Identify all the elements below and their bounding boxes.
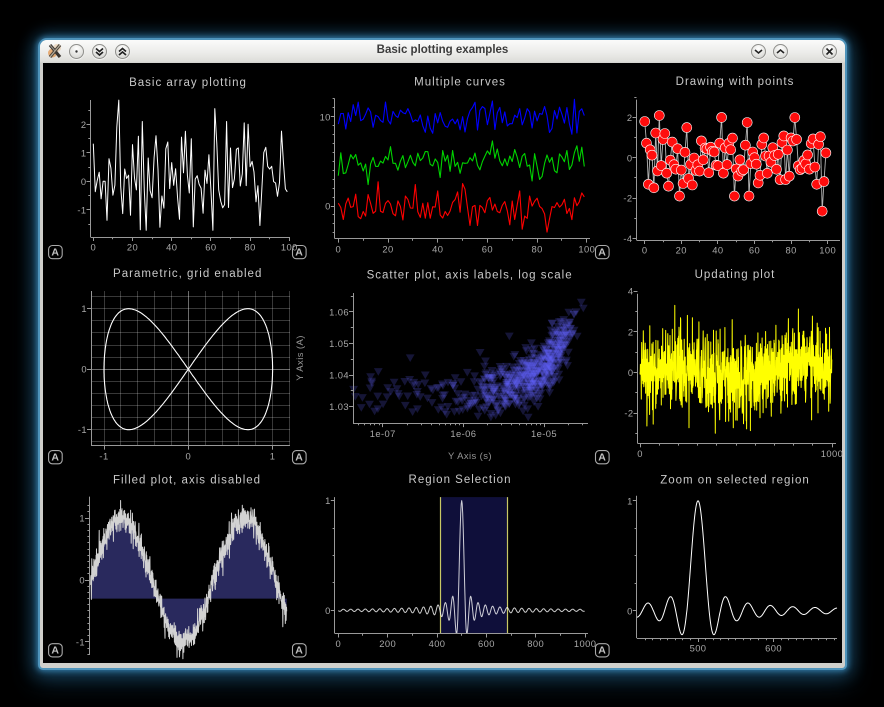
svg-text:1000: 1000 xyxy=(821,448,843,459)
svg-text:0: 0 xyxy=(325,201,331,212)
svg-text:600: 600 xyxy=(478,638,495,649)
svg-text:A: A xyxy=(295,247,303,259)
svg-text:1e-06: 1e-06 xyxy=(450,428,476,439)
svg-text:100: 100 xyxy=(819,245,836,256)
svg-text:80: 80 xyxy=(244,242,255,253)
svg-text:20: 20 xyxy=(382,243,393,254)
svg-text:Basic array plotting: Basic array plotting xyxy=(129,77,247,89)
svg-text:1e-05: 1e-05 xyxy=(531,428,557,439)
svg-text:0: 0 xyxy=(637,448,643,459)
svg-text:20: 20 xyxy=(127,242,138,253)
svg-text:-1: -1 xyxy=(99,450,108,461)
svg-text:600: 600 xyxy=(765,643,782,654)
svg-text:60: 60 xyxy=(749,245,760,256)
svg-text:Filled plot, axis disabled: Filled plot, axis disabled xyxy=(113,475,261,487)
svg-text:2: 2 xyxy=(81,119,87,130)
svg-text:60: 60 xyxy=(205,242,216,253)
svg-text:1: 1 xyxy=(270,450,276,461)
svg-text:Parametric, grid enabled: Parametric, grid enabled xyxy=(113,268,262,280)
svg-text:1.03: 1.03 xyxy=(329,401,349,412)
svg-text:0: 0 xyxy=(628,367,634,378)
svg-text:0: 0 xyxy=(335,243,341,254)
svg-text:-2: -2 xyxy=(624,408,633,419)
svg-text:1: 1 xyxy=(81,303,87,314)
svg-text:0: 0 xyxy=(90,242,96,253)
svg-text:100: 100 xyxy=(578,243,595,254)
svg-text:1: 1 xyxy=(81,147,87,158)
svg-text:1: 1 xyxy=(325,495,331,506)
svg-text:1.06: 1.06 xyxy=(329,306,349,317)
svg-text:1e-07: 1e-07 xyxy=(370,428,396,439)
svg-text:1.05: 1.05 xyxy=(329,338,349,349)
svg-text:2: 2 xyxy=(628,326,634,337)
svg-text:200: 200 xyxy=(379,638,396,649)
svg-text:0: 0 xyxy=(325,605,331,616)
svg-text:0: 0 xyxy=(627,152,633,163)
svg-text:1000: 1000 xyxy=(574,638,596,649)
svg-text:Y Axis (A): Y Axis (A) xyxy=(295,335,306,381)
svg-text:40: 40 xyxy=(432,243,443,254)
svg-text:40: 40 xyxy=(712,245,723,256)
svg-text:A: A xyxy=(51,452,59,464)
svg-text:2: 2 xyxy=(627,112,633,123)
svg-text:20: 20 xyxy=(676,245,687,256)
svg-text:-2: -2 xyxy=(623,193,632,204)
svg-text:A: A xyxy=(598,247,606,259)
svg-text:4: 4 xyxy=(628,286,634,297)
svg-text:Updating plot: Updating plot xyxy=(695,269,776,281)
svg-text:A: A xyxy=(295,645,303,657)
svg-text:-1: -1 xyxy=(76,636,85,647)
svg-text:1: 1 xyxy=(79,513,85,524)
svg-text:400: 400 xyxy=(429,638,446,649)
svg-text:A: A xyxy=(598,452,606,464)
svg-text:A: A xyxy=(295,452,303,464)
svg-text:A: A xyxy=(598,645,606,657)
svg-text:500: 500 xyxy=(690,643,707,654)
svg-text:1.04: 1.04 xyxy=(329,370,349,381)
svg-text:60: 60 xyxy=(482,243,493,254)
svg-text:80: 80 xyxy=(785,245,796,256)
svg-text:40: 40 xyxy=(166,242,177,253)
svg-text:1: 1 xyxy=(627,495,633,506)
svg-text:A: A xyxy=(51,645,59,657)
svg-text:0: 0 xyxy=(627,605,633,616)
svg-text:0: 0 xyxy=(81,176,87,187)
svg-text:0: 0 xyxy=(335,638,341,649)
svg-text:Y Axis (s): Y Axis (s) xyxy=(448,451,492,462)
svg-text:Scatter plot, axis labels, log: Scatter plot, axis labels, log scale xyxy=(367,270,573,282)
svg-text:0: 0 xyxy=(642,245,648,256)
svg-text:Drawing with points: Drawing with points xyxy=(676,76,795,88)
svg-text:Multiple curves: Multiple curves xyxy=(414,77,506,89)
svg-text:Zoom on selected region: Zoom on selected region xyxy=(660,474,810,486)
svg-text:800: 800 xyxy=(527,638,544,649)
svg-text:-1: -1 xyxy=(77,204,86,215)
svg-text:10: 10 xyxy=(320,111,331,122)
svg-text:-4: -4 xyxy=(623,233,632,244)
svg-text:A: A xyxy=(51,247,59,259)
svg-text:80: 80 xyxy=(531,243,542,254)
svg-text:0: 0 xyxy=(79,575,85,586)
svg-text:Region Selection: Region Selection xyxy=(409,474,512,486)
svg-text:0: 0 xyxy=(81,364,87,375)
svg-text:0: 0 xyxy=(185,450,191,461)
svg-text:-1: -1 xyxy=(78,424,87,435)
